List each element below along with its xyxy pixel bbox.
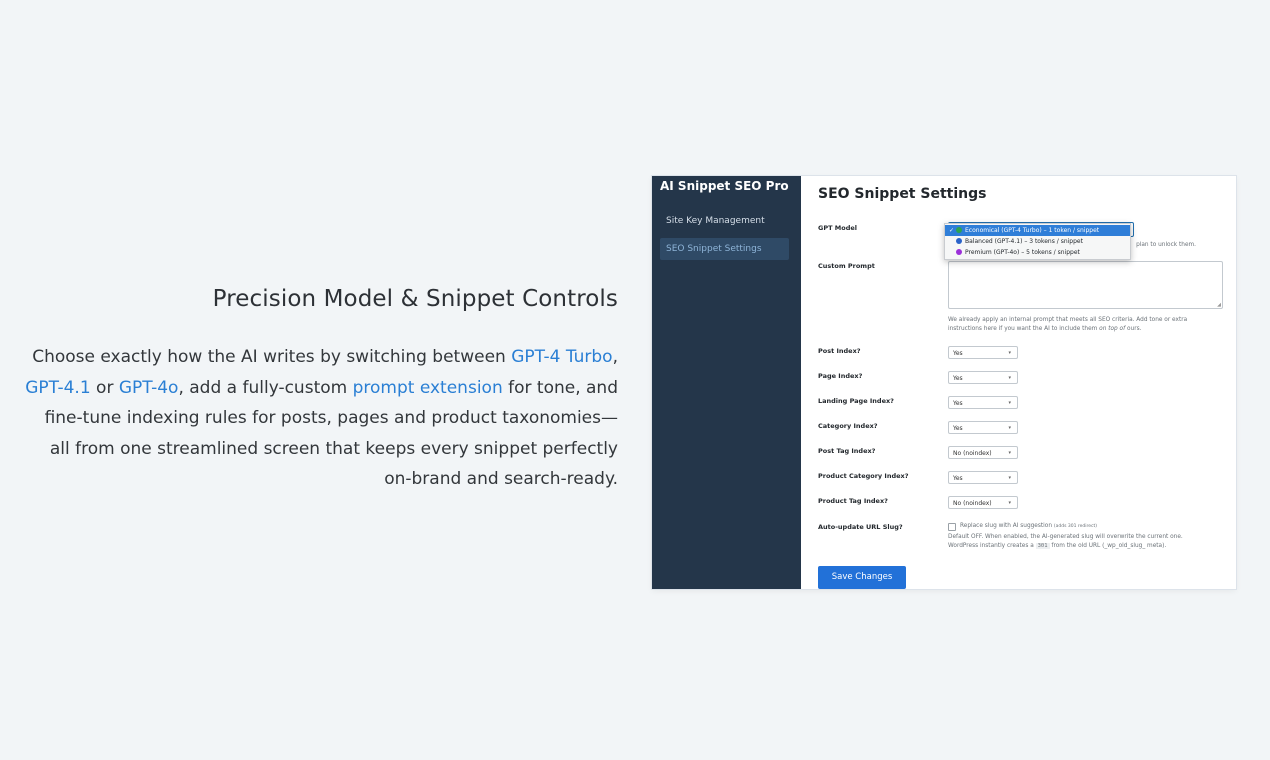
prompt-extension-link: prompt extension — [352, 377, 503, 398]
resize-grip-icon[interactable]: ◢ — [1217, 302, 1221, 308]
post-index-select[interactable]: Yes ▾ — [948, 346, 1018, 359]
post-tag-index-select[interactable]: No (noindex) ▾ — [948, 446, 1018, 459]
product-category-index-label: Product Category Index? — [818, 472, 909, 480]
category-index-label: Category Index? — [818, 422, 878, 430]
gpt-model-label: GPT Model — [818, 224, 858, 232]
auto-update-slug-label: Auto-update URL Slug? — [818, 523, 903, 531]
custom-prompt-help: We already apply an internal prompt that… — [948, 317, 1188, 332]
custom-prompt-label: Custom Prompt — [818, 262, 875, 270]
gpt-option-balanced[interactable]: Balanced (GPT-4.1) – 3 tokens / snippet — [945, 236, 1130, 247]
blue-dot-icon — [956, 237, 962, 244]
chevron-down-icon: ▾ — [1008, 425, 1011, 431]
green-dot-icon — [956, 226, 962, 233]
chevron-down-icon: ▾ — [1008, 400, 1011, 406]
marketing-copy: Precision Model & Snippet Controls Choos… — [20, 286, 618, 495]
product-tag-index-select[interactable]: No (noindex) ▾ — [948, 496, 1018, 509]
sidebar-item-site-key-management[interactable]: Site Key Management — [660, 210, 789, 232]
chevron-down-icon: ▾ — [1008, 375, 1011, 381]
save-changes-button[interactable]: Save Changes — [818, 566, 906, 589]
admin-sidebar: AI Snippet SEO Pro Site Key Management S… — [652, 176, 801, 589]
settings-screenshot: AI Snippet SEO Pro Site Key Management S… — [652, 176, 1236, 589]
section-description: Choose exactly how the AI writes by swit… — [25, 347, 618, 489]
model-link-gpt41: GPT-4.1 — [25, 377, 91, 398]
slug-help: Default OFF. When enabled, the AI-genera… — [948, 534, 1183, 549]
plugin-brand: AI Snippet SEO Pro — [660, 179, 789, 193]
landing-page-index-select[interactable]: Yes ▾ — [948, 396, 1018, 409]
chevron-down-icon: ▾ — [1008, 475, 1011, 481]
gpt-model-dropdown: ✓ Economical (GPT-4 Turbo) – 1 token / sn… — [944, 223, 1131, 260]
page-title: SEO Snippet Settings — [818, 186, 987, 202]
replace-slug-checkbox[interactable] — [948, 523, 956, 531]
product-tag-index-label: Product Tag Index? — [818, 497, 888, 505]
model-link-gpt4o: GPT-4o — [118, 377, 179, 398]
gpt-option-premium[interactable]: Premium (GPT-4o) – 5 tokens / snippet — [945, 247, 1130, 258]
checkmark-icon: ✓ — [949, 227, 955, 234]
category-index-select[interactable]: Yes ▾ — [948, 421, 1018, 434]
product-category-index-select[interactable]: Yes ▾ — [948, 471, 1018, 484]
landing-page-index-label: Landing Page Index? — [818, 397, 894, 405]
post-index-label: Post Index? — [818, 347, 861, 355]
page-index-label: Page Index? — [818, 372, 863, 380]
chevron-down-icon: ▾ — [1008, 450, 1011, 456]
purple-dot-icon — [956, 248, 962, 255]
post-tag-index-label: Post Tag Index? — [818, 447, 876, 455]
chevron-down-icon: ▾ — [1008, 500, 1011, 506]
page-index-select[interactable]: Yes ▾ — [948, 371, 1018, 384]
custom-prompt-textarea[interactable]: ◢ — [948, 261, 1223, 309]
model-link-gpt4-turbo: GPT-4 Turbo — [511, 347, 613, 367]
chevron-down-icon: ▾ — [1008, 350, 1011, 356]
section-title: Precision Model & Snippet Controls — [212, 286, 618, 312]
replace-slug-label: Replace slug with AI suggestion (adds 30… — [960, 523, 1098, 529]
settings-panel: SEO Snippet Settings GPT Model plan to u… — [818, 176, 1236, 589]
gpt-option-economical[interactable]: ✓ Economical (GPT-4 Turbo) – 1 token / sn… — [945, 225, 1130, 236]
sidebar-item-seo-snippet-settings[interactable]: SEO Snippet Settings — [660, 238, 789, 260]
